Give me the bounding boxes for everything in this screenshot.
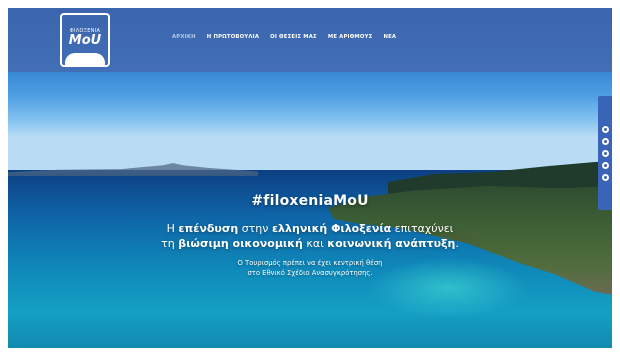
logo-main-text: MoU [68,33,102,48]
hero-l2-text-1: τη [161,237,179,250]
hero-l1-bold-1: επένδυση [178,222,239,235]
hero-subtext-line-2: στο Εθνικό Σχέδιο Ανασυγκρότησης. [247,269,373,277]
hero-l1-text-1: Η [166,222,179,235]
hero-l1-text-2: στην [238,222,272,235]
social-sidebar [598,96,612,210]
logo-cloud-shape [65,53,105,67]
page-frame: ΦΙΛΟΞΕΝΙΑ MoU ΑΡΧΙΚΗ Η ΠΡΩΤΟΒΟΥΛΙΑ ΟΙ ΘΕ… [8,8,612,348]
nav-item-news[interactable]: ΝΕΑ [383,34,396,40]
hero-l2-bold-2: κοινωνική ανάπτυξη [327,237,456,250]
hero-mountain [8,163,258,176]
site-header: ΦΙΛΟΞΕΝΙΑ MoU ΑΡΧΙΚΗ Η ΠΡΩΤΟΒΟΥΛΙΑ ΟΙ ΘΕ… [8,8,612,72]
hero-headline-line-1: Η επένδυση στην ελληνική Φιλοξενία επιτα… [8,222,612,235]
hero-l1-text-3: επιταχύνει [391,222,454,235]
nav-item-positions[interactable]: ΟΙ ΘΕΣΕΙΣ ΜΑΣ [270,34,317,40]
nav-item-initiative[interactable]: Η ΠΡΩΤΟΒΟΥΛΙΑ [207,34,259,40]
hero-headline-line-2: τη βιώσιμη οικονομική και κοινωνική ανάπ… [8,237,612,250]
instagram-icon[interactable] [601,137,609,145]
facebook-icon[interactable] [601,125,609,133]
hero-l1-bold-2: ελληνική Φιλοξενία [271,222,392,235]
nav-item-numbers[interactable]: ΜΕ ΑΡΙΘΜΟΥΣ [328,34,373,40]
hero-l2-text-3: . [455,237,459,250]
linkedin-icon[interactable] [601,173,609,181]
nav-item-home[interactable]: ΑΡΧΙΚΗ [172,34,196,40]
hero-l2-bold-1: βιώσιμη οικονομική [178,237,303,250]
hero-title: #filoxeniaMoU [251,193,369,209]
hero-reef [368,258,528,318]
site-logo[interactable]: ΦΙΛΟΞΕΝΙΑ MoU [60,13,110,67]
main-nav: ΑΡΧΙΚΗ Η ΠΡΩΤΟΒΟΥΛΙΑ ΟΙ ΘΕΣΕΙΣ ΜΑΣ ΜΕ ΑΡ… [172,34,396,40]
hero-subtext-line-1: Ο Τουρισμός πρέπει να έχει κεντρική θέση [237,259,383,267]
youtube-icon[interactable] [601,161,609,169]
hero-l2-text-2: και [302,237,328,250]
twitter-icon[interactable] [601,149,609,157]
